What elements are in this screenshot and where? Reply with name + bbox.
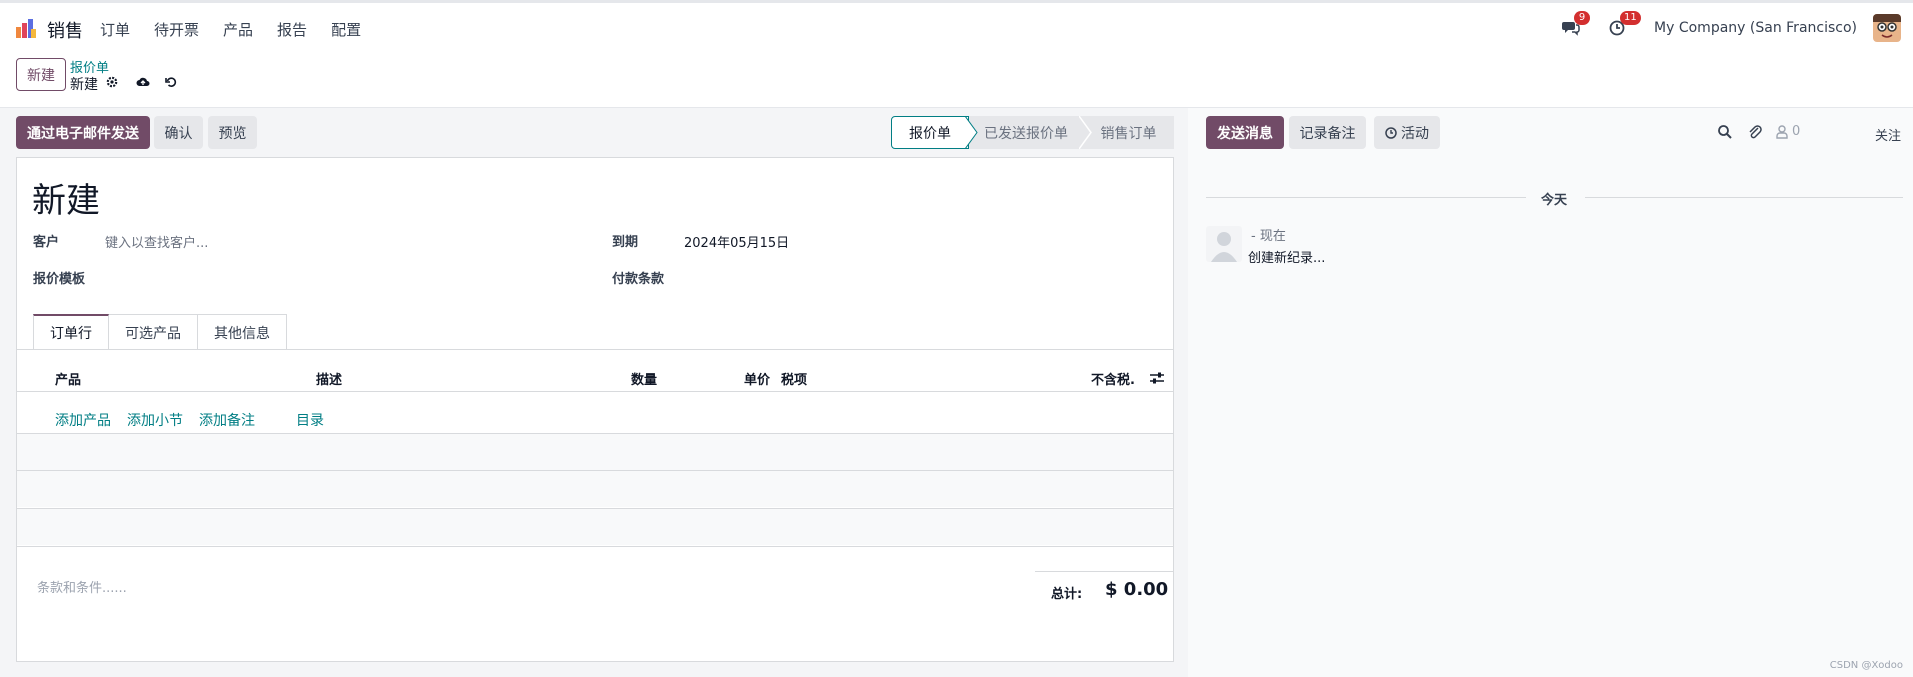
customer-label: 客户	[33, 235, 60, 250]
user-icon[interactable]	[1774, 124, 1790, 140]
sales-app-icon[interactable]	[15, 17, 37, 39]
column-header-product[interactable]: 产品	[55, 369, 81, 388]
payment-terms-field[interactable]	[684, 268, 1154, 286]
quotation-template-field[interactable]	[105, 268, 545, 286]
divider	[17, 391, 1173, 392]
log-note-button[interactable]: 记录备注	[1289, 116, 1366, 149]
optional-columns-icon[interactable]	[1149, 371, 1165, 385]
cloud-upload-icon[interactable]	[136, 75, 150, 89]
send-by-email-button[interactable]: 通过电子邮件发送	[16, 116, 150, 149]
gear-icon[interactable]	[105, 75, 119, 89]
menu-item-configuration[interactable]: 配置	[331, 19, 361, 40]
total-label: 总计:	[1051, 587, 1083, 602]
payment-terms-label: 付款条款	[612, 272, 665, 287]
followers-count[interactable]: 0	[1792, 124, 1800, 139]
expiration-field[interactable]: 2024年05月15日	[684, 232, 789, 251]
menu-item-orders[interactable]: 订单	[100, 19, 130, 40]
app-name[interactable]: 销售	[47, 17, 83, 43]
add-product-link[interactable]: 添加产品	[55, 410, 111, 430]
record-title: 新建	[32, 181, 100, 221]
menu-item-to-invoice[interactable]: 待开票	[154, 19, 199, 40]
status-bar: 报价单 已发送报价单 销售订单	[891, 116, 1174, 149]
messages-badge: 9	[1574, 11, 1591, 25]
company-switcher[interactable]: My Company (San Francisco)	[1654, 20, 1857, 36]
column-header-description[interactable]: 描述	[316, 369, 342, 388]
user-avatar[interactable]	[1873, 14, 1901, 42]
status-sales-order[interactable]: 销售订单	[1083, 116, 1174, 149]
column-header-taxes[interactable]: 税项	[781, 369, 807, 388]
divider	[1585, 197, 1903, 198]
paperclip-icon[interactable]	[1747, 124, 1763, 140]
expiration-label: 到期	[612, 235, 639, 250]
menu-item-reporting[interactable]: 报告	[277, 19, 307, 40]
status-arrow	[965, 116, 978, 149]
messages-button[interactable]: 9	[1562, 11, 1591, 38]
customer-field[interactable]: 键入以查找客户...	[105, 232, 208, 251]
activities-badge: 11	[1620, 11, 1641, 25]
menu-item-products[interactable]: 产品	[223, 19, 253, 40]
total-amount: $ 0.00	[1105, 579, 1169, 600]
divider	[17, 546, 1173, 547]
quotation-template-label: 报价模板	[33, 272, 86, 287]
add-note-link[interactable]: 添加备注	[199, 410, 255, 430]
catalog-link[interactable]: 目录	[296, 410, 324, 430]
control-panel: 新建 报价单 新建	[0, 51, 1913, 108]
divider	[17, 349, 1173, 350]
author-avatar	[1206, 226, 1242, 262]
column-header-subtotal[interactable]: 不含税.	[1091, 369, 1135, 388]
divider	[1206, 197, 1526, 198]
table-row	[17, 470, 1173, 507]
terms-and-conditions-field[interactable]: 条款和条件......	[37, 577, 127, 596]
main-menu: 订单 待开票 产品 报告 配置	[100, 19, 385, 40]
preview-button[interactable]: 预览	[208, 116, 257, 149]
new-button[interactable]: 新建	[16, 58, 66, 91]
table-row	[17, 508, 1173, 545]
message-body: 创建新纪录...	[1248, 251, 1326, 266]
tab-optional-products[interactable]: 可选产品	[108, 314, 198, 350]
column-header-quantity[interactable]: 数量	[631, 369, 657, 388]
status-quotation[interactable]: 报价单	[891, 116, 969, 149]
search-icon[interactable]	[1717, 124, 1733, 140]
tab-other-info[interactable]: 其他信息	[197, 314, 287, 350]
divider	[1035, 571, 1173, 572]
discard-icon[interactable]	[164, 75, 178, 89]
activity-label: 活动	[1401, 125, 1429, 142]
watermark: CSDN @Xodoo	[1829, 660, 1903, 671]
table-row	[17, 433, 1173, 470]
clock-icon	[1385, 126, 1397, 139]
status-arrow	[1079, 116, 1092, 149]
tab-order-lines[interactable]: 订单行	[33, 314, 109, 350]
send-message-button[interactable]: 发送消息	[1206, 116, 1284, 149]
breadcrumb-current: 新建	[70, 77, 98, 93]
confirm-button[interactable]: 确认	[154, 116, 203, 149]
follow-button[interactable]: 关注	[1875, 125, 1901, 144]
column-header-unit-price[interactable]: 单价	[744, 369, 770, 388]
notebook-tabs: 订单行 可选产品 其他信息	[33, 314, 287, 350]
add-section-link[interactable]: 添加小节	[127, 410, 183, 430]
form-sheet: 新建 客户 键入以查找客户... 报价模板 到期 2024年05月15日 付款条…	[16, 157, 1174, 662]
status-quotation-sent[interactable]: 已发送报价单	[969, 116, 1083, 149]
message-time: - 现在	[1251, 229, 1286, 244]
date-separator: 今天	[1541, 193, 1568, 208]
activities-button[interactable]: 11	[1608, 11, 1641, 38]
top-navbar: 销售 订单 待开票 产品 报告 配置 9 11 My Company (San …	[0, 0, 1913, 51]
systray: 9 11 My Company (San Francisco)	[1562, 11, 1913, 43]
activity-button[interactable]: 活动	[1374, 116, 1440, 149]
